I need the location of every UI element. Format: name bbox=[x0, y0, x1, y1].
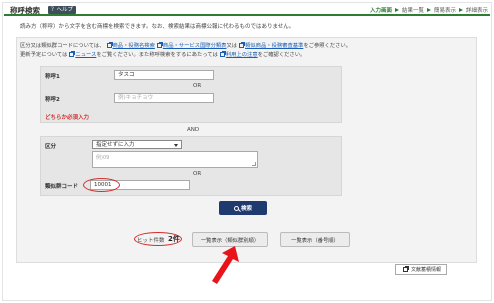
field2-label: 称呼2 bbox=[45, 97, 60, 103]
name1-input[interactable]: タスコ bbox=[114, 70, 214, 80]
external-link-icon bbox=[156, 42, 163, 48]
link-news[interactable]: ニュース bbox=[75, 52, 96, 58]
required-note: どちらか必須入力 bbox=[45, 115, 90, 121]
info-text-1b: 又は bbox=[226, 43, 238, 49]
chevron-down-icon bbox=[174, 144, 178, 147]
step-results: 結果一覧 bbox=[401, 8, 424, 14]
page-title: 称呼検索 bbox=[10, 6, 40, 15]
class-textarea[interactable]: 例)09 bbox=[92, 151, 258, 168]
step-detail: 詳細表示 bbox=[465, 8, 488, 14]
or-label-2: OR bbox=[193, 171, 202, 177]
link-usage-notes[interactable]: 利用上の注意 bbox=[226, 52, 258, 58]
intro-text: 読み方（称呼）から文字を含む商標を検索できます。なお、検索結果は商標公報に代わる… bbox=[20, 24, 295, 30]
group-code-label: 類似群コード bbox=[45, 184, 79, 190]
annotation-circle bbox=[134, 232, 182, 246]
external-link-icon bbox=[239, 42, 246, 48]
step-simple: 簡易表示 bbox=[433, 8, 456, 14]
help-button[interactable]: ？ヘルプ bbox=[48, 6, 77, 14]
title-bar: 称呼検索 ？ヘルプ 入力画面 結果一覧 簡易表示 詳細表示 bbox=[4, 5, 490, 16]
search-button[interactable]: 検索 bbox=[219, 201, 267, 215]
info-text-2a: 更新予定については bbox=[20, 52, 68, 58]
info-text-1c: をご参照ください。 bbox=[303, 43, 352, 49]
step-arrow-icon bbox=[458, 8, 463, 12]
or-label: OR bbox=[193, 83, 202, 89]
link-intl-classification[interactable]: 商品・サービス国際分類表 bbox=[163, 43, 227, 49]
class-select-value: 指定せずに入力 bbox=[96, 142, 135, 148]
and-label: AND bbox=[187, 127, 200, 133]
document-info-button[interactable]: 文献蓄積情報 bbox=[395, 264, 447, 275]
list-by-number-button[interactable]: 一覧表示（番号順） bbox=[280, 232, 350, 247]
field1-label: 称呼1 bbox=[45, 74, 60, 80]
info-text-1a: 区分又は類似群コードについては、 bbox=[20, 43, 105, 49]
class-textarea-placeholder: 例)09 bbox=[96, 155, 110, 161]
search-icon bbox=[233, 205, 239, 211]
external-link-icon bbox=[402, 266, 409, 272]
class-label: 区分 bbox=[45, 144, 57, 150]
external-link-icon bbox=[106, 42, 113, 48]
info-text: 区分又は類似群コードについては、 商品・役務名検索 商品・サービス国際分類表又は 類似… bbox=[20, 42, 351, 60]
external-link-icon bbox=[69, 51, 76, 57]
annotation-circle bbox=[83, 178, 120, 192]
external-link-icon bbox=[219, 51, 226, 57]
info-text-2c: をご確認ください。 bbox=[257, 52, 306, 58]
class-select[interactable]: 指定せずに入力 bbox=[92, 140, 182, 149]
step-arrow-icon bbox=[394, 8, 399, 12]
link-exam-standard[interactable]: 類似商品・役務審査基準 bbox=[245, 43, 303, 49]
annotation-arrow-icon bbox=[212, 246, 239, 284]
list-by-class-button[interactable]: 一覧表示（類似群別順） bbox=[192, 232, 268, 247]
step-arrow-icon bbox=[426, 8, 431, 12]
info-text-2b: をご覧ください。また称呼検索をするにあたっては bbox=[96, 52, 218, 58]
link-goods-search[interactable]: 商品・役務名検索 bbox=[113, 43, 155, 49]
name-section: 称呼1 タスコ OR 称呼2 例)キョチョウ どちらか必須入力 bbox=[40, 66, 342, 123]
search-button-label: 検索 bbox=[240, 206, 252, 212]
document-info-label: 文献蓄積情報 bbox=[410, 267, 441, 273]
step-indicator: 入力画面 結果一覧 簡易表示 詳細表示 bbox=[370, 6, 488, 14]
resize-handle-icon[interactable] bbox=[252, 162, 256, 166]
name2-input[interactable]: 例)キョチョウ bbox=[114, 93, 214, 103]
step-input: 入力画面 bbox=[369, 8, 392, 14]
